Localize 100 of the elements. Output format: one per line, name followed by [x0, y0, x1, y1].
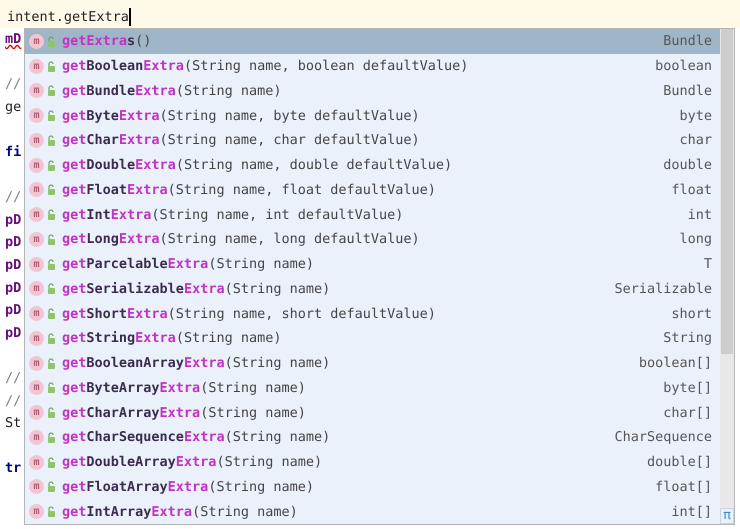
completion-item[interactable]: m getBundleExtra(String name) Bundle: [25, 78, 720, 104]
method-signature: getBooleanExtra(String name, boolean defaultValue): [62, 57, 470, 76]
method-badge: m: [29, 306, 44, 322]
method-signature: getFloatExtra(String name, float defaultValue): [62, 180, 437, 200]
completion-item[interactable]: m getBooleanArrayExtra(String name) boolean[]: [25, 350, 720, 376]
completion-item[interactable]: m getFloatArrayExtra(String name) float[]: [25, 474, 720, 500]
method-badge: m: [29, 405, 44, 420]
code-text: //: [5, 76, 22, 92]
return-type: Bundle: [663, 32, 712, 52]
unlock-icon: [47, 134, 56, 146]
method-badge: m: [29, 158, 44, 173]
completion-item[interactable]: m getFloatExtra(String name, float defaultValue) float: [25, 178, 720, 202]
method-signature: getBundleExtra(String name): [62, 82, 282, 101]
return-type: Serializable: [614, 280, 712, 299]
completion-item[interactable]: m getParcelableExtra(String name) T: [25, 252, 720, 276]
unlock-icon: [47, 432, 56, 443]
unlock-icon: [47, 60, 56, 72]
return-type: long: [679, 230, 712, 250]
text-cursor: [128, 8, 131, 26]
unlock-icon: [47, 506, 56, 518]
return-type: CharSequence: [614, 428, 712, 448]
completion-item[interactable]: m getIntArrayExtra(String name) int[]: [25, 499, 720, 524]
method-signature: getStringExtra(String name): [62, 329, 282, 348]
unlock-icon: [47, 209, 56, 220]
method-badge: m: [29, 454, 44, 470]
return-type: int[]: [671, 502, 712, 522]
code-text: ge: [5, 98, 22, 115]
return-type: boolean: [655, 57, 712, 76]
method-badge: m: [29, 281, 44, 296]
completion-item[interactable]: m getByteArrayExtra(String name) byte[]: [25, 376, 720, 400]
unlock-icon: [47, 308, 56, 320]
method-signature: getFloatArrayExtra(String name): [62, 478, 315, 497]
completion-item[interactable]: m getCharArrayExtra(String name) char[]: [25, 400, 720, 425]
method-badge: m: [29, 356, 44, 371]
unlock-icon: [47, 382, 56, 394]
unlock-icon: [47, 407, 56, 418]
return-type: char[]: [663, 404, 712, 422]
unlock-icon: [47, 234, 56, 245]
method-signature: getCharExtra(String name, char defaultValue): [62, 131, 421, 150]
completion-item[interactable]: m getStringExtra(String name) String: [25, 326, 720, 351]
method-signature: getCharArrayExtra(String name): [62, 404, 307, 422]
method-badge: m: [29, 232, 44, 247]
method-badge: m: [29, 58, 44, 74]
method-badge: m: [29, 504, 44, 520]
code-text: mD: [5, 31, 22, 47]
completion-item[interactable]: m getBooleanExtra(String name, boolean defaultValue) boolean: [25, 54, 720, 78]
method-badge: m: [29, 132, 44, 148]
method-signature: getSerializableExtra(String name): [62, 280, 332, 299]
code-text: pD: [5, 256, 22, 273]
code-text: pD: [5, 324, 22, 341]
unlock-icon: [47, 283, 56, 294]
code-text: pD: [5, 234, 22, 250]
unlock-icon: [47, 160, 56, 171]
return-type: float[]: [655, 478, 712, 497]
method-badge: m: [29, 256, 44, 272]
completion-item[interactable]: m getCharSequenceExtra(String name) CharSequence: [25, 425, 720, 450]
method-signature: getBooleanArrayExtra(String name): [62, 354, 332, 373]
completion-item[interactable]: m getDoubleExtra(String name, double defaultValue) double: [25, 152, 720, 178]
code-text: //: [5, 370, 22, 386]
method-signature: getCharSequenceExtra(String name): [62, 428, 332, 448]
method-badge: m: [29, 380, 44, 396]
method-signature: getByteExtra(String name, byte defaultValue): [62, 106, 421, 126]
return-type: double: [663, 156, 712, 175]
return-type: String: [663, 329, 712, 348]
code-text: //: [5, 392, 22, 408]
unlock-icon: [47, 110, 56, 122]
method-signature: getIntExtra(String name, int defaultValue): [62, 206, 404, 224]
method-signature: getExtras(): [62, 32, 152, 52]
completion-item[interactable]: m getExtras() Bundle: [25, 29, 720, 54]
method-badge: m: [29, 330, 44, 346]
return-type: char: [679, 131, 712, 150]
code-text: pD: [5, 280, 22, 296]
method-signature: getParcelableExtra(String name): [62, 255, 315, 274]
code-text: fi: [5, 144, 22, 160]
completion-item[interactable]: m getByteExtra(String name, byte defaultValue) byte: [25, 103, 720, 128]
method-signature: getShortExtra(String name, short defaultValue): [62, 304, 437, 324]
method-signature: getByteArrayExtra(String name): [62, 378, 307, 398]
method-signature: getLongExtra(String name, long defaultValue): [62, 230, 421, 250]
method-signature: getDoubleExtra(String name, double defaultValue): [62, 156, 454, 175]
code-text: intent.getExtra: [7, 8, 129, 26]
method-badge: m: [29, 479, 44, 494]
completion-item[interactable]: m getIntExtra(String name, int defaultValue) int: [25, 202, 720, 227]
unlock-icon: [47, 184, 56, 196]
method-badge: m: [29, 182, 44, 198]
return-type: byte: [679, 106, 712, 126]
unlock-icon: [47, 85, 56, 96]
completion-item[interactable]: m getLongExtra(String name, long defaultValue) long: [25, 227, 720, 252]
completion-item[interactable]: m getSerializableExtra(String name) Serializable: [25, 276, 720, 302]
completion-item[interactable]: m getDoubleArrayExtra(String name) double[]: [25, 450, 720, 474]
code-text: //: [5, 189, 22, 206]
unlock-icon: [47, 481, 56, 492]
method-signature: getDoubleArrayExtra(String name): [62, 453, 324, 472]
code-text: pD: [5, 212, 22, 228]
return-type: boolean[]: [638, 354, 712, 373]
code-text: pD: [5, 302, 22, 318]
return-type: T: [704, 255, 712, 274]
unlock-icon: [47, 36, 56, 47]
completion-item[interactable]: m getShortExtra(String name, short defaultValue) short: [25, 301, 720, 326]
method-badge: m: [29, 83, 44, 98]
completion-item[interactable]: m getCharExtra(String name, char defaultValue) char: [25, 128, 720, 153]
